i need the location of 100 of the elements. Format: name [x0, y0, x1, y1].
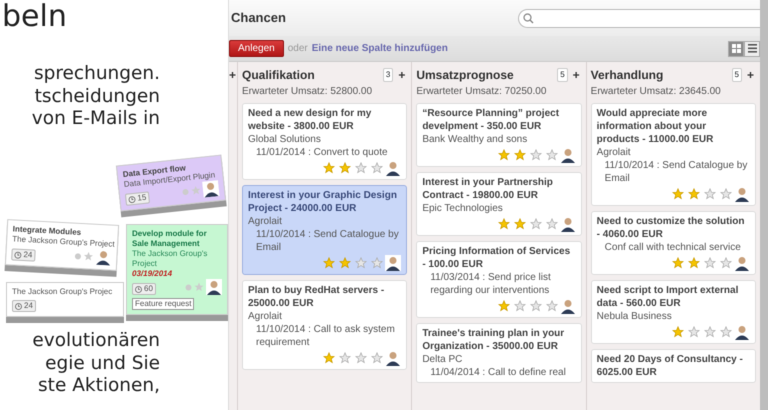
priority-stars[interactable]	[498, 149, 558, 161]
create-button[interactable]: Anlegen	[229, 40, 284, 57]
opportunity-card[interactable]: Interest in your Graphic Design Project - 24000.00 EUR Agrolait 11/10/2014 : Send Catalogue by Email	[242, 185, 408, 275]
priority-stars[interactable]	[323, 257, 384, 269]
clock-icon	[15, 302, 22, 310]
star-icon[interactable]	[355, 162, 368, 174]
hours-count: 60	[144, 284, 153, 294]
star-icon[interactable]	[514, 218, 526, 230]
star-icon[interactable]	[704, 326, 716, 338]
star-icon[interactable]	[514, 300, 526, 312]
add-column-link[interactable]: Eine neue Spalte hinzufügen	[312, 41, 448, 56]
activity-text: 11/04/2014 : Call to define real	[429, 366, 567, 379]
company-name: Delta PC	[422, 353, 464, 366]
star-icon[interactable]	[371, 257, 384, 269]
star-icon[interactable]	[498, 300, 510, 312]
company-name: Global Solutions	[248, 133, 322, 146]
company-name: Agrolait	[248, 310, 283, 323]
star-icon[interactable]	[720, 257, 732, 269]
star-icon[interactable]	[720, 326, 732, 338]
text-line: tscheidungen	[34, 86, 160, 108]
add-card-button[interactable]: +	[229, 68, 236, 82]
star-icon[interactable]	[672, 188, 684, 200]
opportunity-card[interactable]: Plan to buy RedHat servers - 25000.00 EUR Agrolait 11/10/2014 : Call to ask system requirement	[242, 280, 408, 370]
company-name: Nebula Business	[596, 310, 673, 323]
star-icon[interactable]	[720, 188, 732, 200]
card-title: “Resource Planning” project develpment - 350.00 EUR	[422, 107, 560, 133]
star-icon[interactable]	[672, 326, 684, 338]
priority-stars[interactable]	[498, 300, 558, 312]
page-title: Chancen	[231, 9, 286, 28]
priority-stars[interactable]	[498, 218, 558, 230]
opportunity-card[interactable]: Interest in your Partnership Contract - 19800.00 EUR Epic Technologies	[416, 172, 582, 236]
task-title: Develop module for Sale Management	[132, 229, 208, 249]
tag-label: Feature request	[132, 298, 194, 310]
avatar-icon	[560, 298, 576, 314]
column-title: Umsatzprognose	[416, 67, 514, 84]
star-icon[interactable]	[323, 162, 336, 174]
star-icon[interactable]	[194, 282, 204, 292]
opportunity-card[interactable]: “Resource Planning” project develpment - 350.00 EUR Bank Wealthy and sons	[416, 103, 582, 167]
star-icon[interactable]	[323, 352, 336, 364]
kanban-view-button[interactable]	[728, 40, 744, 56]
card-title: Interest in your Partnership Contract - 19800.00 EUR	[422, 176, 554, 202]
opportunity-card[interactable]: Pricing Information of Services - 100.00 EUR 11/03/2014 : Send price list regarding our interventions	[416, 241, 582, 318]
star-icon[interactable]	[371, 162, 384, 174]
star-icon[interactable]	[355, 257, 368, 269]
search-field[interactable]	[518, 8, 760, 28]
card-title: Plan to buy RedHat servers - 25000.00 EUR	[248, 284, 386, 310]
company-name: Epic Technologies	[422, 202, 504, 215]
opportunity-card[interactable]: Trainee's training plan in your Organization - 35000.00 EUR Delta PC 11/04/2014 : Call to define real	[416, 323, 582, 383]
star-icon[interactable]	[688, 326, 700, 338]
add-card-button[interactable]: +	[396, 68, 408, 82]
star-icon[interactable]	[498, 149, 510, 161]
star-icon[interactable]	[339, 257, 352, 269]
card-title: Would appreciate more information about your products - 11000.00 EUR	[596, 107, 714, 146]
count-badge: 5	[557, 68, 568, 82]
avatar-icon	[560, 216, 576, 232]
opportunity-card[interactable]: Would appreciate more information about your products - 11000.00 EUR Agrolait 11/10/2014 : Send Catalogue by Email	[590, 103, 756, 206]
add-card-button[interactable]: +	[570, 68, 582, 82]
star-icon[interactable]	[339, 162, 352, 174]
list-view-button[interactable]	[744, 40, 760, 56]
opportunity-card[interactable]: Need script to Import external data - 560.00 EUR Nebula Business	[590, 280, 756, 344]
star-icon[interactable]	[546, 218, 558, 230]
task-title: Integrate Modules	[12, 224, 82, 237]
star-icon[interactable]	[688, 188, 700, 200]
star-icon[interactable]	[530, 218, 542, 230]
star-icon[interactable]	[371, 352, 384, 364]
priority-stars[interactable]	[672, 326, 732, 338]
scrollbar[interactable]	[760, 0, 768, 410]
star-icon[interactable]	[546, 300, 558, 312]
opportunity-card[interactable]: Need 20 Days of Consultancy - 6025.00 EUR	[590, 349, 756, 383]
avatar-icon	[385, 160, 402, 176]
priority-stars[interactable]	[323, 162, 384, 174]
star-icon[interactable]	[546, 149, 558, 161]
star-icon[interactable]	[672, 257, 684, 269]
or-label: oder	[288, 42, 308, 56]
expected-revenue: Erwarteter Umsatz: 23645.00	[590, 85, 722, 99]
priority-stars[interactable]	[672, 188, 732, 200]
star-icon[interactable]	[688, 257, 700, 269]
priority-stars[interactable]	[672, 257, 732, 269]
add-card-button[interactable]: +	[744, 68, 756, 82]
star-icon[interactable]	[355, 352, 368, 364]
opportunity-card[interactable]: Need a new design for my website - 3800.00 EUR Global Solutions 11/01/2014 : Convert to quote	[242, 103, 408, 180]
star-icon[interactable]	[530, 149, 542, 161]
star-icon[interactable]	[530, 300, 542, 312]
card-title: Need script to Import external data - 560.00 EUR	[596, 284, 740, 310]
priority-stars[interactable]	[323, 352, 384, 364]
star-icon[interactable]	[83, 251, 94, 262]
expected-revenue: Erwarteter Umsatz: 70250.00	[416, 85, 548, 99]
activity-text: 11/01/2014 : Convert to quote	[255, 146, 389, 159]
avatar-icon	[734, 324, 750, 340]
star-icon[interactable]	[514, 149, 526, 161]
star-icon[interactable]	[704, 257, 716, 269]
card-title: Need 20 Days of Consultancy - 6025.00 EUR	[596, 353, 744, 379]
clock-icon	[135, 286, 142, 292]
star-icon[interactable]	[339, 352, 352, 364]
star-icon[interactable]	[704, 188, 716, 200]
avatar-icon	[560, 147, 576, 163]
star-icon[interactable]	[498, 218, 510, 230]
star-icon[interactable]	[190, 184, 202, 196]
star-icon[interactable]	[323, 257, 336, 269]
opportunity-card[interactable]: Need to customize the solution - 4060.00 EUR Conf call with technical service	[590, 211, 756, 275]
